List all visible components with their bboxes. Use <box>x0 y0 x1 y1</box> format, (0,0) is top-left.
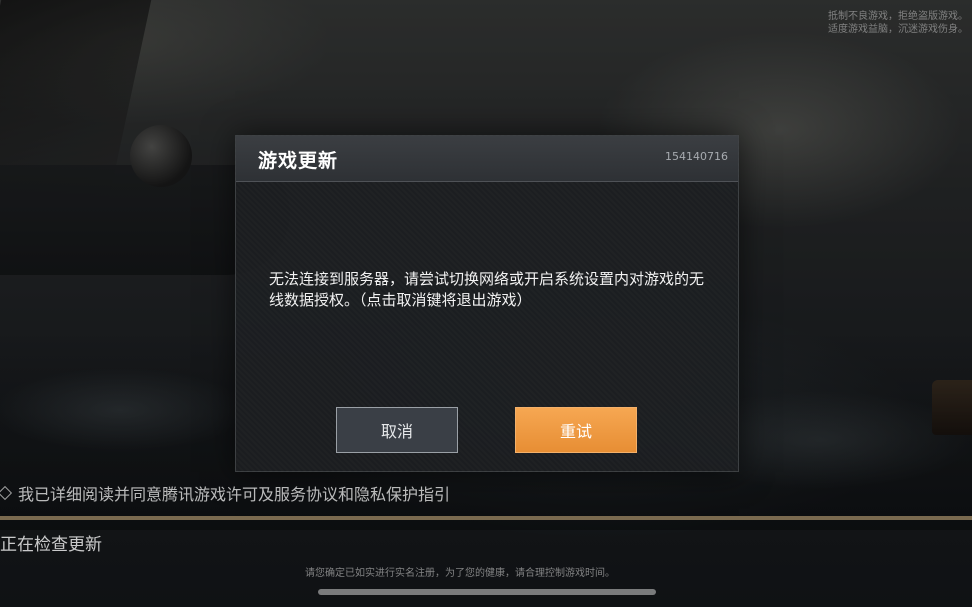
dialog-title: 游戏更新 <box>258 150 339 172</box>
dialog-code: 154140716 <box>665 150 728 163</box>
agreement-checkbox-icon[interactable] <box>0 485 13 501</box>
health-notice: 请您确定已如实进行实名注册，为了您的健康，请合理控制游戏时间。 <box>305 568 615 579</box>
corner-notice-line2: 适度游戏益脑，沉迷游戏伤身。 <box>828 24 968 35</box>
dialog-message: 无法连接到服务器，请尝试切换网络或开启系统设置内对游戏的无线数据授权。（点击取消… <box>269 270 705 309</box>
update-dialog: 游戏更新 154140716 无法连接到服务器，请尝试切换网络或开启系统设置内对… <box>235 135 739 472</box>
game-screen: 抵制不良游戏，拒绝盗版游戏。 适度游戏益脑，沉迷游戏伤身。 游戏更新 15414… <box>0 0 972 607</box>
agreement-row[interactable]: 我已详细阅读并同意腾讯游戏许可及服务协议和隐私保护指引 <box>0 482 450 504</box>
dialog-header: 游戏更新 154140716 <box>236 136 738 182</box>
retry-button[interactable]: 重试 <box>515 407 637 453</box>
corner-notice-line1: 抵制不良游戏，拒绝盗版游戏。 <box>828 11 968 22</box>
corner-notice: 抵制不良游戏，拒绝盗版游戏。 适度游戏益脑，沉迷游戏伤身。 <box>788 10 968 36</box>
agreement-text: 我已详细阅读并同意腾讯游戏许可及服务协议和隐私保护指引 <box>18 485 451 504</box>
home-indicator[interactable] <box>318 589 656 595</box>
checking-update-text: 正在检查更新 <box>0 535 102 555</box>
cancel-button[interactable]: 取消 <box>336 407 458 453</box>
update-progress-bar <box>0 516 972 520</box>
